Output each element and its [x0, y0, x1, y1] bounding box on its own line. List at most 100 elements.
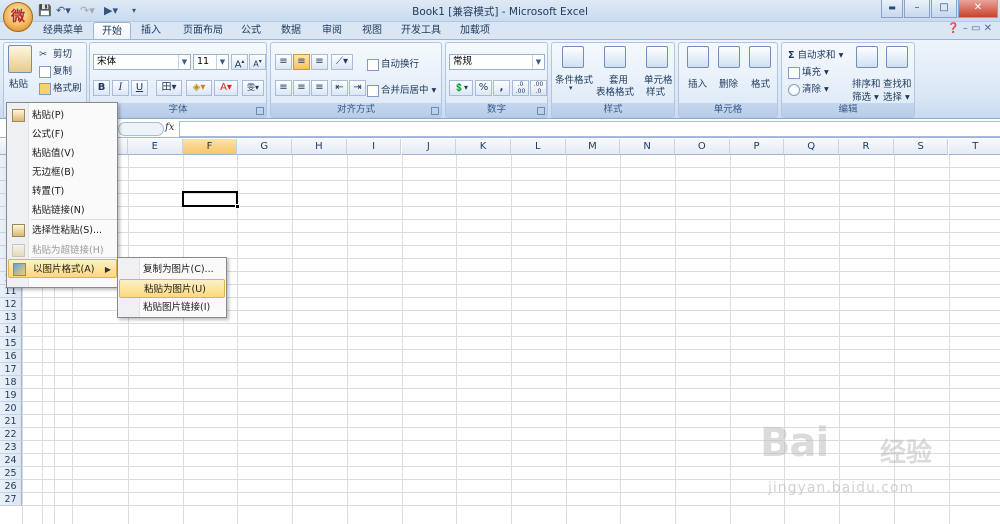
increase-indent-button[interactable]: ⇥ — [349, 80, 366, 96]
row-header-14[interactable]: 14 — [0, 324, 22, 337]
sort-filter-button-line2[interactable]: 筛选 ▾ — [852, 89, 879, 103]
row-header-26[interactable]: 26 — [0, 480, 22, 493]
picture-submenu-item-1[interactable]: 粘贴为图片(U) — [119, 279, 225, 298]
paste-menu-item-5[interactable]: 粘贴链接(N) — [8, 201, 117, 220]
row-header-17[interactable]: 17 — [0, 363, 22, 376]
name-box[interactable] — [118, 122, 164, 136]
dialog-launcher-icon[interactable] — [431, 107, 439, 115]
extra-icon[interactable]: ▬ — [881, 0, 903, 18]
row-header-25[interactable]: 25 — [0, 467, 22, 480]
insert-cells-button[interactable]: 插入 — [688, 76, 707, 90]
tab-view[interactable]: 视图 — [357, 22, 387, 39]
row-header-12[interactable]: 12 — [0, 298, 22, 311]
increase-decimal-button[interactable]: .0 .00 — [512, 80, 529, 96]
conditional-format-button[interactable]: 条件格式 — [555, 72, 593, 86]
row-header-20[interactable]: 20 — [0, 402, 22, 415]
paste-menu-item-0[interactable]: 粘贴(P) — [8, 106, 117, 125]
tab-insert[interactable]: 插入 — [135, 22, 167, 39]
picture-submenu-item-2[interactable]: 粘贴图片链接(I) — [119, 298, 225, 317]
minimize-icon[interactable]: – — [904, 0, 930, 18]
find-select-button-line2[interactable]: 选择 ▾ — [883, 89, 910, 103]
column-header-s[interactable]: S — [893, 139, 949, 155]
phonetic-button[interactable]: 雯▾ — [242, 80, 264, 96]
percent-button[interactable]: % — [475, 80, 492, 96]
column-header-l[interactable]: L — [510, 139, 566, 155]
autosum-button[interactable]: Σ 自动求和 ▾ — [788, 47, 843, 61]
paste-menu-item-1[interactable]: 公式(F) — [8, 125, 117, 144]
binoculars-icon[interactable] — [886, 46, 908, 68]
paste-button[interactable]: 粘贴 — [9, 76, 28, 90]
wrap-text-button[interactable]: 自动换行 — [367, 56, 419, 71]
column-header-o[interactable]: O — [675, 139, 730, 155]
insert-cells-icon[interactable] — [687, 46, 709, 68]
align-left-button[interactable]: ≡ — [275, 80, 292, 96]
tab-developer[interactable]: 开发工具 — [397, 22, 445, 39]
delete-cells-icon[interactable] — [718, 46, 740, 68]
font-size-select[interactable]: 11 ▼ — [193, 54, 229, 70]
row-header-22[interactable]: 22 — [0, 428, 22, 441]
fx-icon[interactable]: fx — [165, 122, 174, 133]
tab-data[interactable]: 数据 — [276, 22, 306, 39]
align-top-button[interactable]: ≡ — [275, 54, 292, 70]
row-header-27[interactable]: 27 — [0, 493, 22, 506]
table-format-button-line2[interactable]: 表格格式 — [596, 84, 634, 98]
customize-qat-icon[interactable]: ▾ — [132, 3, 136, 19]
tab-home[interactable]: 开始 — [93, 22, 131, 39]
paste-menu-item-6[interactable]: 选择性粘贴(S)... — [8, 221, 117, 240]
row-header-21[interactable]: 21 — [0, 415, 22, 428]
column-header-q[interactable]: Q — [784, 139, 840, 155]
active-cell[interactable] — [182, 191, 238, 207]
dialog-launcher-icon[interactable] — [256, 107, 264, 115]
column-header-m[interactable]: M — [565, 139, 621, 155]
tab-review[interactable]: 审阅 — [317, 22, 347, 39]
merge-center-button[interactable]: 合并后居中 ▾ — [367, 82, 436, 97]
column-header-g[interactable]: G — [237, 139, 293, 155]
delete-cells-button[interactable]: 删除 — [719, 76, 738, 90]
quick-access-icon[interactable]: ▶▾ — [104, 3, 118, 19]
accounting-button[interactable]: 💲▾ — [449, 80, 473, 96]
row-header-13[interactable]: 13 — [0, 311, 22, 324]
grow-font-button[interactable]: A▴ — [231, 54, 248, 70]
column-header-p[interactable]: P — [729, 139, 785, 155]
row-header-16[interactable]: 16 — [0, 350, 22, 363]
maximize-icon[interactable]: □ — [931, 0, 957, 18]
borders-button[interactable]: 田▾ — [156, 80, 182, 96]
row-header-23[interactable]: 23 — [0, 441, 22, 454]
column-header-i[interactable]: I — [346, 139, 402, 155]
picture-submenu-item-0[interactable]: 复制为图片(C)... — [119, 260, 225, 279]
fill-color-button[interactable]: ◈▾ — [186, 80, 212, 96]
column-header-j[interactable]: J — [401, 139, 457, 155]
paste-icon[interactable] — [8, 45, 32, 73]
align-right-button[interactable]: ≡ — [311, 80, 328, 96]
align-middle-button[interactable]: ≡ — [293, 54, 310, 70]
tab-classic-menu[interactable]: 经典菜单 — [38, 22, 88, 39]
paste-menu-item-3[interactable]: 无边框(B) — [8, 163, 117, 182]
cell-style-button-line2[interactable]: 样式 — [646, 84, 665, 98]
align-center-button[interactable]: ≡ — [293, 80, 310, 96]
formula-input[interactable] — [179, 121, 1000, 137]
cut-button[interactable]: ✂ 剪切 — [39, 46, 72, 61]
paste-menu-item-2[interactable]: 粘贴值(V) — [8, 144, 117, 163]
undo-icon[interactable]: ↶▾ — [56, 3, 71, 19]
column-header-h[interactable]: H — [292, 139, 347, 155]
font-name-select[interactable]: 宋体 ▼ — [93, 54, 191, 70]
conditional-format-icon[interactable] — [562, 46, 584, 68]
row-header-19[interactable]: 19 — [0, 389, 22, 402]
fill-handle[interactable] — [235, 204, 240, 209]
sort-filter-icon[interactable] — [856, 46, 878, 68]
tab-page-layout[interactable]: 页面布局 — [177, 22, 229, 39]
number-format-select[interactable]: 常规 ▼ — [449, 54, 545, 70]
column-header-f[interactable]: F — [182, 139, 238, 155]
close-icon[interactable]: ✕ — [958, 0, 998, 18]
format-painter-button[interactable]: 格式刷 — [39, 80, 82, 95]
underline-button[interactable]: U — [131, 80, 148, 96]
save-icon[interactable]: 💾 — [38, 3, 52, 19]
worksheet-grid[interactable]: EFGHIJKLMNOPQRST 12345678910111213141516… — [0, 139, 1000, 524]
table-format-icon[interactable] — [604, 46, 626, 68]
row-header-18[interactable]: 18 — [0, 376, 22, 389]
find-select-button-line1[interactable]: 查找和 — [883, 76, 912, 90]
align-bottom-button[interactable]: ≡ — [311, 54, 328, 70]
row-header-24[interactable]: 24 — [0, 454, 22, 467]
font-color-button[interactable]: A▾ — [214, 80, 238, 96]
clear-button[interactable]: 清除 ▾ — [788, 81, 829, 96]
